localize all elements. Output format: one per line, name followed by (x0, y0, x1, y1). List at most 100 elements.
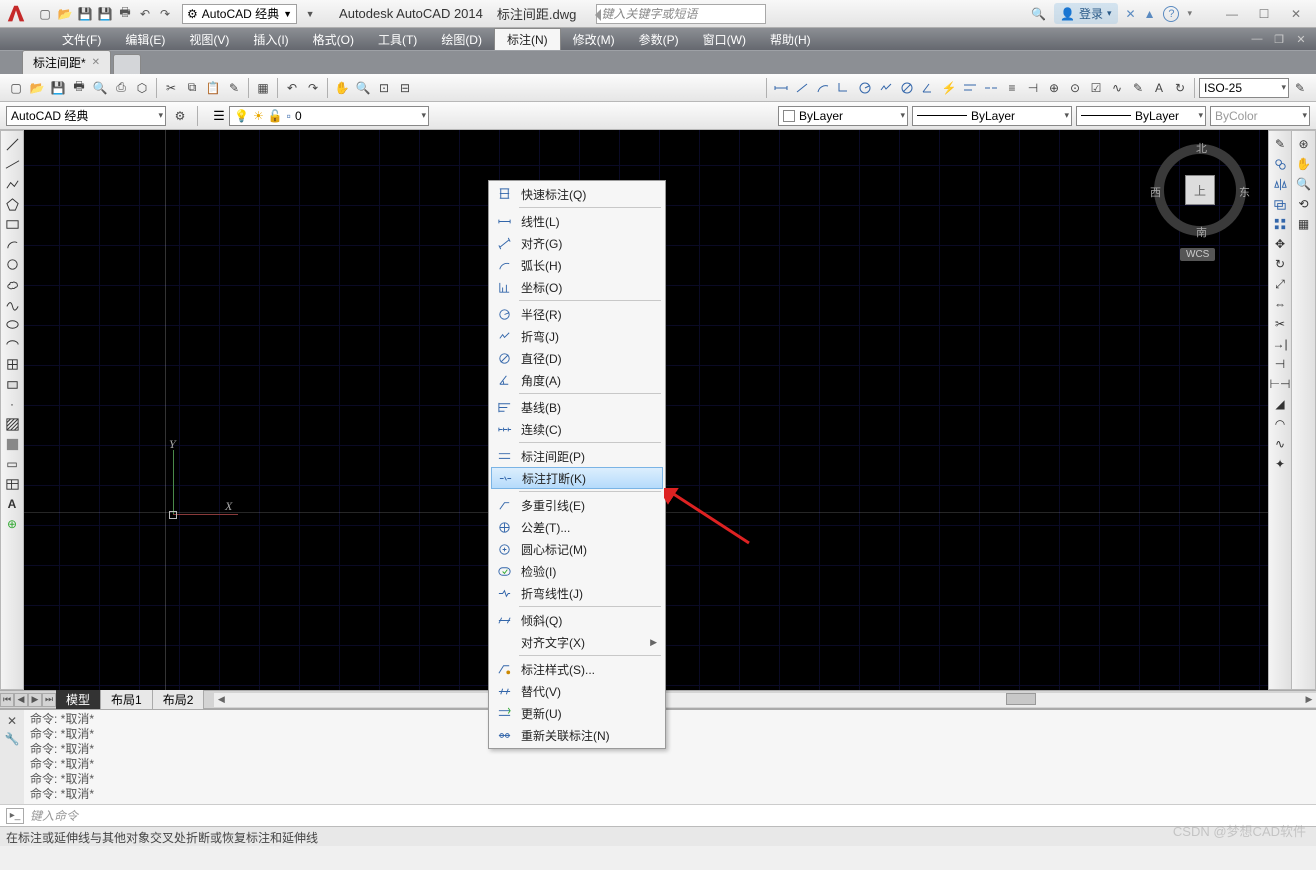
cut-icon[interactable]: ✂ (161, 78, 181, 98)
workspace-selector[interactable]: ⚙ AutoCAD 经典 ▼ (182, 4, 297, 24)
next-icon[interactable]: ▶ (28, 693, 42, 707)
command-prompt-icon[interactable]: ▸_ (6, 808, 24, 824)
menu-item-space[interactable]: 标注间距(P) (491, 445, 663, 467)
array-icon[interactable] (1271, 215, 1289, 233)
close-icon[interactable]: ✕ (7, 714, 17, 728)
dim-tol-icon[interactable]: ⊕ (1044, 78, 1064, 98)
dim-aligned-icon[interactable] (792, 78, 812, 98)
workspace-combo[interactable]: AutoCAD 经典▾ (6, 106, 166, 126)
menu-item-quick[interactable]: 快速标注(Q) (491, 183, 663, 205)
arc-icon[interactable] (3, 235, 21, 253)
mdi-close[interactable]: ✕ (1292, 32, 1310, 46)
lineweight-combo[interactable]: ByLayer▾ (1076, 106, 1206, 126)
menu-4[interactable]: 格式(O) (301, 28, 366, 50)
wcs-label[interactable]: WCS (1180, 248, 1215, 261)
revcloud-icon[interactable] (3, 275, 21, 293)
help-icon[interactable]: ? (1163, 6, 1179, 22)
menu-item-continue[interactable]: 连续(C) (491, 418, 663, 440)
menu-item-linear[interactable]: 线性(L) (491, 210, 663, 232)
mirror-icon[interactable] (1271, 175, 1289, 193)
extend-icon[interactable]: →| (1271, 335, 1289, 353)
save-icon[interactable]: 💾 (48, 78, 68, 98)
addsel-icon[interactable]: ⊕ (3, 515, 21, 533)
pan2-icon[interactable]: ✋ (1295, 155, 1313, 173)
publish-icon[interactable]: ⎙ (111, 78, 131, 98)
fillet-icon[interactable]: ◠ (1271, 415, 1289, 433)
menu-item-inspect[interactable]: 检验(I) (491, 560, 663, 582)
menu-1[interactable]: 编辑(E) (113, 28, 177, 50)
undo-icon[interactable]: ↶ (282, 78, 302, 98)
mdi-minimize[interactable]: — (1248, 32, 1266, 46)
apps-icon[interactable]: ▲ (1144, 7, 1156, 21)
trim-icon[interactable]: ✂ (1271, 315, 1289, 333)
zoom-win-icon[interactable]: ⊡ (374, 78, 394, 98)
paste-icon[interactable]: 📋 (203, 78, 223, 98)
match-icon[interactable]: ✎ (224, 78, 244, 98)
dim-arc-icon[interactable] (813, 78, 833, 98)
dim-quick-icon[interactable]: ⚡ (939, 78, 959, 98)
color-combo[interactable]: ByLayer▾ (778, 106, 908, 126)
erase-icon[interactable]: ✎ (1271, 135, 1289, 153)
linetype-combo[interactable]: ByLayer▾ (912, 106, 1072, 126)
explode-icon[interactable]: ✦ (1271, 455, 1289, 473)
region-icon[interactable]: ▭ (3, 455, 21, 473)
dim-upd-icon[interactable]: ↻ (1170, 78, 1190, 98)
menu-item-tolerance[interactable]: 公差(T)... (491, 516, 663, 538)
blend-icon[interactable]: ∿ (1271, 435, 1289, 453)
menu-item-mleader[interactable]: 多重引线(E) (491, 494, 663, 516)
menu-item-aligned[interactable]: 对齐(G) (491, 232, 663, 254)
dim-jogl-icon[interactable]: ∿ (1107, 78, 1127, 98)
menu-0[interactable]: 文件(F) (50, 28, 113, 50)
menu-5[interactable]: 工具(T) (366, 28, 429, 50)
menu-3[interactable]: 插入(I) (241, 28, 300, 50)
mtext-icon[interactable]: A (3, 495, 21, 513)
zoom-ext-icon[interactable]: 🔍 (1295, 175, 1313, 193)
dimstyle-combo[interactable]: ISO-25▾ (1199, 78, 1289, 98)
qat-dropdown[interactable]: ▼ (301, 5, 319, 23)
zoom-prev-icon[interactable]: ⊟ (395, 78, 415, 98)
close-button[interactable]: ✕ (1284, 4, 1308, 24)
offset-icon[interactable] (1271, 195, 1289, 213)
search-input[interactable]: 键入关键字或短语 (596, 4, 766, 24)
plotstyle-combo[interactable]: ByColor▾ (1210, 106, 1310, 126)
menu-2[interactable]: 视图(V) (177, 28, 241, 50)
orbit-icon[interactable]: ⟲ (1295, 195, 1313, 213)
dim-center-icon[interactable]: ⊙ (1065, 78, 1085, 98)
open-icon[interactable]: 📂 (27, 78, 47, 98)
menu-item-update[interactable]: 更新(U) (491, 702, 663, 724)
join-icon[interactable]: ⊢⊣ (1271, 375, 1289, 393)
minimize-button[interactable]: — (1220, 4, 1244, 24)
new-icon[interactable]: ▢ (6, 78, 26, 98)
pan-icon[interactable]: ✋ (332, 78, 352, 98)
app-logo[interactable] (0, 0, 32, 28)
print-icon[interactable]: 🖶 (69, 78, 89, 98)
dim-tedit-icon[interactable]: A (1149, 78, 1169, 98)
insert-icon[interactable] (3, 355, 21, 373)
dim-space-icon[interactable]: ≡ (1002, 78, 1022, 98)
menu-item-radius[interactable]: 半径(R) (491, 303, 663, 325)
polygon-icon[interactable] (3, 195, 21, 213)
dim-break-icon[interactable]: ⊣ (1023, 78, 1043, 98)
gradient-icon[interactable] (3, 435, 21, 453)
dim-ordinate-icon[interactable] (834, 78, 854, 98)
move-icon[interactable]: ✥ (1271, 235, 1289, 253)
preview-icon[interactable]: 🔍 (90, 78, 110, 98)
copy2-icon[interactable] (1271, 155, 1289, 173)
hatch-icon[interactable] (3, 415, 21, 433)
menu-10[interactable]: 窗口(W) (691, 28, 758, 50)
stretch-icon[interactable]: ⇔ (1271, 295, 1289, 313)
print-icon[interactable]: 🖶 (116, 5, 134, 23)
copy-icon[interactable]: ⧉ (182, 78, 202, 98)
menu-item-override[interactable]: 替代(V) (491, 680, 663, 702)
ws-gear-icon[interactable]: ⚙ (170, 106, 190, 126)
circle-icon[interactable] (3, 255, 21, 273)
menu-item-oblique[interactable]: 倾斜(Q) (491, 609, 663, 631)
viewcube-face[interactable]: 上 (1185, 175, 1215, 205)
spline-icon[interactable] (3, 295, 21, 313)
tab-model[interactable]: 模型 (56, 690, 101, 709)
chamfer-icon[interactable]: ◢ (1271, 395, 1289, 413)
ellipsearc-icon[interactable] (3, 335, 21, 353)
wrench-icon[interactable]: 🔧 (5, 732, 20, 746)
tab-layout2[interactable]: 布局2 (153, 690, 205, 709)
hscrollbar[interactable]: ◀▶ (214, 693, 1316, 707)
